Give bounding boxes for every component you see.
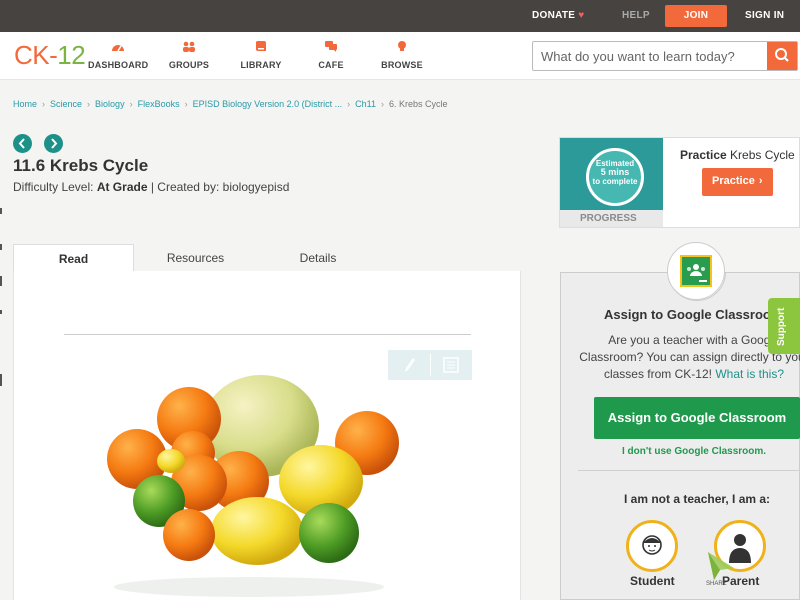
top-bar: DONATE ♥ HELP JOIN SIGN IN xyxy=(0,0,800,32)
chevron-right-icon: › xyxy=(758,175,763,187)
panel-divider xyxy=(578,470,800,471)
chevron-right-icon: › xyxy=(129,99,133,109)
next-lesson-button[interactable] xyxy=(44,134,63,153)
cafe-chat-icon xyxy=(325,41,337,52)
practice-heading: Practice Krebs Cycle xyxy=(680,148,795,162)
search-box xyxy=(532,41,798,71)
edge-marker xyxy=(0,244,2,250)
pencil-icon[interactable] xyxy=(401,356,417,374)
dont-use-classroom-link[interactable]: I don't use Google Classroom. xyxy=(622,446,766,457)
main-header: CK-12 DASHBOARD GROUPS LIBRARY CAFE BROW… xyxy=(0,32,800,80)
student-role-button[interactable] xyxy=(626,520,678,572)
student-face-icon xyxy=(642,535,662,555)
citrus-fruits-image xyxy=(107,375,399,597)
breadcrumb-flexbooks[interactable]: FlexBooks xyxy=(138,99,180,109)
content-divider xyxy=(64,334,471,335)
nav-library[interactable]: LIBRARY xyxy=(236,40,286,70)
chevron-right-icon: › xyxy=(347,99,351,109)
classroom-heading: Assign to Google Classroom xyxy=(604,307,783,322)
nav-browse-label: BROWSE xyxy=(381,60,423,70)
created-by: | Created by: biologyepisd xyxy=(147,180,290,194)
ck12-logo[interactable]: CK-12 xyxy=(14,40,86,71)
breadcrumb-chapter[interactable]: Ch11 xyxy=(355,99,376,109)
nav-dashboard[interactable]: DASHBOARD xyxy=(88,40,148,70)
nav-browse[interactable]: BROWSE xyxy=(378,40,426,70)
breadcrumb-biology[interactable]: Biology xyxy=(95,99,125,109)
tab-read[interactable]: Read xyxy=(13,244,134,272)
nav-groups[interactable]: GROUPS xyxy=(164,40,214,70)
heart-icon: ♥ xyxy=(578,10,585,21)
nav-cafe[interactable]: CAFE xyxy=(310,40,352,70)
join-button[interactable]: JOIN xyxy=(665,5,727,27)
nav-groups-label: GROUPS xyxy=(168,60,210,70)
notes-icon[interactable] xyxy=(443,357,459,373)
google-classroom-content: Assign to Google Classroom Are you a tea… xyxy=(560,272,800,600)
lesson-content xyxy=(13,271,521,600)
breadcrumb-home[interactable]: Home xyxy=(13,99,37,109)
sign-in-link[interactable]: SIGN IN xyxy=(745,0,784,32)
progress-label: PROGRESS xyxy=(560,210,663,227)
chevron-right-icon: › xyxy=(184,99,188,109)
lesson-meta: Difficulty Level: At Grade | Created by:… xyxy=(13,180,289,194)
share-button[interactable]: SHARE xyxy=(706,550,736,590)
difficulty-prefix: Difficulty Level: xyxy=(13,180,97,194)
annotation-toolbar xyxy=(388,350,472,380)
search-icon xyxy=(775,48,789,62)
chevron-right-icon: › xyxy=(42,99,46,109)
role-question: I am not a teacher, I am a: xyxy=(624,492,771,506)
support-tab[interactable]: Support xyxy=(768,298,800,354)
estimate-text: Estimated 5 mins to complete xyxy=(592,159,638,186)
edge-marker xyxy=(0,374,2,386)
breadcrumb-book[interactable]: EPISD Biology Version 2.0 (District ... xyxy=(193,99,343,109)
toolbar-separator xyxy=(430,354,431,376)
practice-card: Estimated 5 mins to complete PROGRESS Prac… xyxy=(559,137,800,228)
help-link[interactable]: HELP xyxy=(622,0,650,32)
chevron-right-icon xyxy=(51,138,58,149)
what-is-this-link[interactable]: What is this? xyxy=(715,367,784,381)
edge-marker xyxy=(0,310,2,314)
library-book-icon xyxy=(256,41,266,51)
difficulty-level: At Grade xyxy=(96,180,148,194)
breadcrumb-current: 6. Krebs Cycle xyxy=(389,99,448,109)
donate-link[interactable]: DONATE ♥ xyxy=(532,0,585,32)
edge-marker xyxy=(0,208,2,214)
practice-thumbnail: Estimated 5 mins to complete PROGRESS xyxy=(560,138,663,227)
page-title: 11.6 Krebs Cycle xyxy=(13,156,149,175)
chevron-right-icon: › xyxy=(87,99,91,109)
chevron-left-icon xyxy=(18,138,25,149)
nav-library-label: LIBRARY xyxy=(240,60,282,70)
classroom-description: Are you a teacher with a Google Classroo… xyxy=(579,333,800,381)
chevron-right-icon: › xyxy=(381,99,385,109)
search-button[interactable] xyxy=(767,42,797,70)
share-plane-icon xyxy=(708,552,734,580)
nav-dashboard-label: DASHBOARD xyxy=(88,60,149,70)
groups-people-icon xyxy=(183,41,195,52)
browse-bulb-icon xyxy=(398,41,406,51)
breadcrumb: Home › Science › Biology › FlexBooks › EPISD Bio… xyxy=(13,99,448,109)
assign-classroom-button[interactable]: Assign to Google Classroom xyxy=(594,397,800,439)
tab-resources[interactable]: Resources xyxy=(138,244,253,272)
edge-marker xyxy=(0,276,2,286)
nav-cafe-label: CAFE xyxy=(318,60,344,70)
tab-details[interactable]: Details xyxy=(263,244,373,272)
donate-label[interactable]: DONATE xyxy=(532,10,575,21)
previous-lesson-button[interactable] xyxy=(13,134,32,153)
search-input[interactable] xyxy=(541,47,761,65)
lesson-tabs: Read Resources Details xyxy=(13,244,521,272)
dashboard-gauge-icon xyxy=(112,45,124,52)
practice-button[interactable]: Practice › xyxy=(702,168,773,196)
breadcrumb-science[interactable]: Science xyxy=(50,99,82,109)
student-label: Student xyxy=(630,574,675,588)
